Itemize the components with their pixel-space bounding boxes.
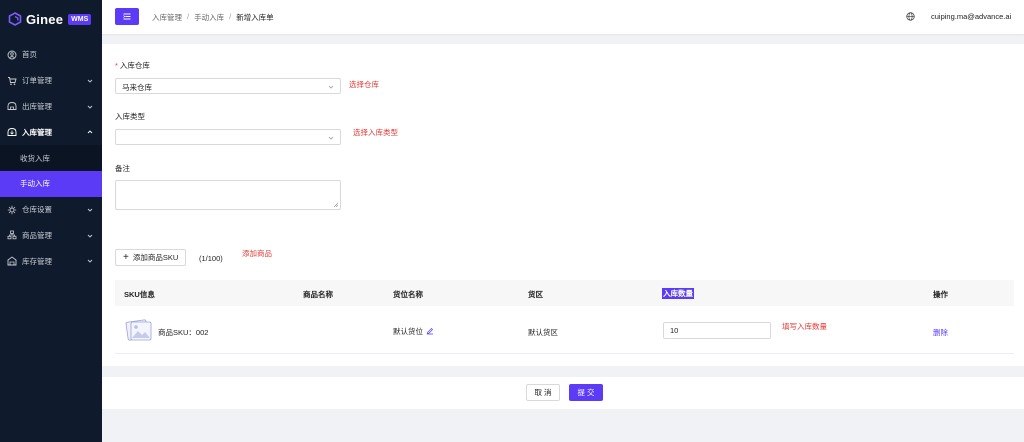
quantity-input[interactable]	[663, 322, 771, 339]
add-hint: 添加商品	[242, 249, 272, 258]
breadcrumb-separator: /	[229, 12, 232, 21]
outbound-icon	[7, 101, 17, 111]
goods-icon	[7, 230, 17, 240]
column-quantity: 入库数量	[662, 288, 694, 299]
breadcrumb-separator: /	[187, 12, 190, 21]
chevron-down-icon	[87, 105, 93, 109]
sidebar-item-warehouse[interactable]: 仓库设置	[0, 197, 102, 223]
type-label: 入库类型	[115, 112, 145, 121]
chevron-down-icon	[87, 208, 93, 212]
location-cell: 默认货位	[393, 326, 434, 337]
chevron-down-icon	[87, 234, 93, 238]
sidebar-subitem-label: 手动入库	[20, 179, 50, 189]
sidebar-item-orders[interactable]: 订单管理	[0, 68, 102, 94]
column-area: 货区	[528, 290, 543, 299]
sidebar-item-label: 订单管理	[22, 76, 52, 86]
delete-link[interactable]: 删除	[933, 327, 948, 338]
logo[interactable]: Ginee WMS	[0, 0, 102, 38]
required-mark: *	[115, 61, 118, 70]
breadcrumb-item-manual[interactable]: 手动入库	[194, 12, 224, 23]
product-image-placeholder-icon	[125, 319, 152, 341]
sidebar-item-label: 商品管理	[22, 230, 52, 240]
logo-badge: WMS	[68, 13, 92, 25]
stock-icon	[7, 256, 17, 266]
warehouse-icon	[7, 205, 17, 215]
add-sku-button[interactable]: + 添加商品SKU	[115, 249, 187, 266]
submit-button[interactable]: 提 交	[569, 384, 603, 401]
warehouse-select-value: 马来仓库	[122, 83, 152, 92]
column-sku: SKU信息	[124, 290, 155, 299]
quantity-hint: 填写入库数量	[782, 322, 827, 331]
edit-icon[interactable]	[426, 327, 434, 335]
sidebar-subitem-receive[interactable]: 收货入库	[0, 145, 102, 171]
sidebar-item-outbound[interactable]: 出库管理	[0, 94, 102, 120]
home-icon	[7, 50, 17, 60]
user-email[interactable]: cuiping.ma@advance.ai	[931, 12, 1011, 21]
sidebar-item-label: 仓库设置	[22, 205, 52, 215]
sidebar-item-inbound[interactable]: 入库管理	[0, 119, 102, 145]
globe-icon[interactable]	[906, 12, 915, 21]
chevron-down-icon	[328, 85, 334, 89]
form-footer: 取 消 提 交	[102, 377, 1024, 409]
warehouse-select[interactable]: 马来仓库	[115, 78, 341, 94]
chevron-down-icon	[87, 260, 93, 264]
sidebar-item-label: 库存管理	[22, 256, 52, 266]
cart-icon	[7, 76, 17, 86]
warehouse-label: * 入库仓库	[115, 60, 150, 71]
chevron-down-icon	[87, 79, 93, 83]
menu-toggle-button[interactable]	[115, 8, 139, 25]
menu-icon	[123, 13, 131, 20]
sidebar-item-stock[interactable]: 库存管理	[0, 248, 102, 274]
breadcrumb-item-inbound[interactable]: 入库管理	[152, 12, 182, 23]
column-location: 货位名称	[393, 290, 423, 299]
plus-icon: +	[123, 251, 129, 263]
sidebar-nav: 首页 订单管理 出库管理 入库管理 收货入库 手动入库 仓库设置 商品管理 库存…	[0, 42, 102, 274]
sidebar-subitem-label: 收货入库	[20, 153, 50, 163]
sidebar: Ginee WMS 首页 订单管理 出库管理 入库管理 收货入库 手动入库 仓库…	[0, 0, 102, 442]
sidebar-subitem-manual[interactable]: 手动入库	[0, 170, 102, 197]
table-row: 商品SKU：002 默认货位 默认货区 填写入库数量 删除	[115, 306, 1014, 354]
type-hint: 选择入库类型	[353, 128, 398, 137]
sidebar-item-home[interactable]: 首页	[0, 42, 102, 68]
sidebar-item-label: 出库管理	[22, 101, 52, 111]
remark-textarea[interactable]	[115, 180, 341, 210]
chevron-up-icon	[87, 130, 93, 134]
area-text: 默认货区	[528, 328, 558, 337]
cancel-button[interactable]: 取 消	[526, 384, 560, 401]
inbound-form-card: * 入库仓库 马来仓库 选择仓库 入库类型 选择入库类型 备注 + 添加商品SKU…	[102, 44, 1024, 366]
warehouse-hint: 选择仓库	[349, 80, 379, 89]
location-text: 默认货位	[393, 327, 423, 336]
chevron-down-icon	[328, 136, 334, 140]
column-action: 操作	[933, 290, 948, 299]
top-header: 入库管理 / 手动入库 / 新增入库单 cuiping.ma@advance.a…	[102, 0, 1024, 34]
table-header: SKU信息 商品名称 货位名称 货区 入库数量 操作	[115, 280, 1014, 306]
column-name: 商品名称	[303, 290, 333, 299]
add-sku-label: 添加商品SKU	[132, 253, 179, 262]
inbound-type-select[interactable]	[115, 129, 341, 145]
remark-label: 备注	[115, 164, 130, 173]
breadcrumb-item-current: 新增入库单	[236, 13, 274, 22]
resize-grip-icon[interactable]	[333, 202, 338, 207]
logo-text: Ginee	[26, 11, 64, 27]
sku-count: (1/100)	[199, 254, 223, 263]
sidebar-item-label: 入库管理	[22, 127, 52, 137]
sidebar-item-label: 首页	[22, 50, 37, 60]
warehouse-label-text: 入库仓库	[119, 61, 150, 70]
ginee-logo-icon	[8, 12, 22, 26]
sku-text: 商品SKU：002	[158, 328, 209, 337]
breadcrumb: 入库管理 / 手动入库 / 新增入库单	[152, 12, 274, 23]
inbound-icon	[7, 127, 17, 137]
sidebar-item-goods[interactable]: 商品管理	[0, 223, 102, 249]
